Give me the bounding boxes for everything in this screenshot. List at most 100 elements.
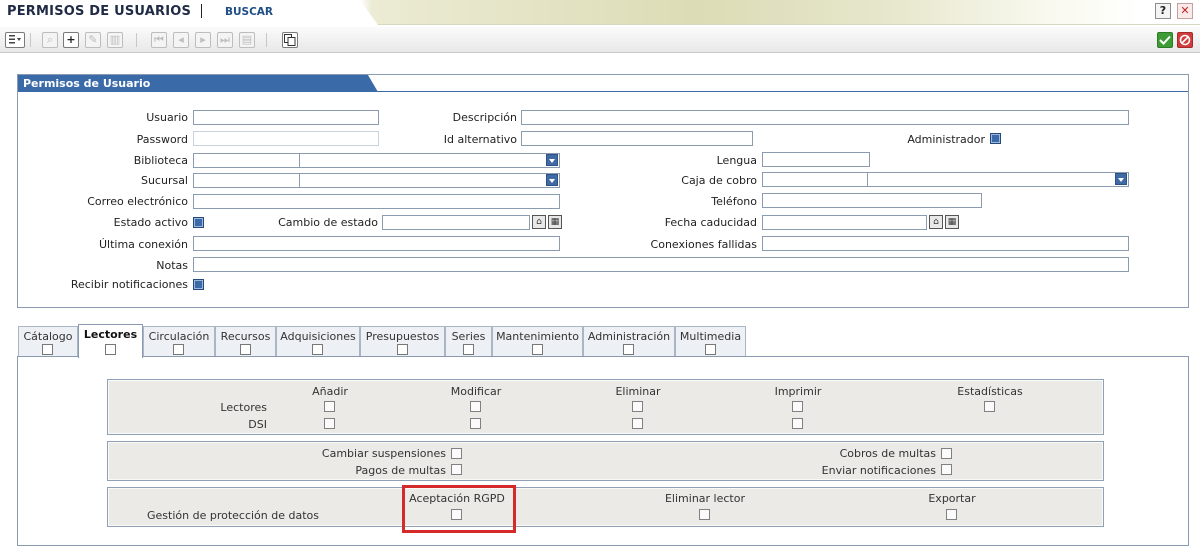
biblioteca-code-field[interactable]	[193, 153, 300, 168]
biblioteca-select[interactable]	[299, 153, 560, 168]
correo-label: Correo electrónico	[87, 195, 188, 208]
close-button[interactable]: ✕	[1177, 3, 1193, 19]
enviar-notificaciones-checkbox[interactable]	[941, 464, 952, 475]
lectores-estadisticas-checkbox[interactable]	[984, 401, 995, 412]
administrador-checkbox[interactable]	[990, 133, 1001, 144]
tab-mantenimiento[interactable]: Mantenimiento	[492, 326, 583, 356]
password-label: Password	[136, 133, 188, 146]
previous-record-icon[interactable]: ◂	[173, 32, 189, 48]
column-header-eliminar: Eliminar	[615, 385, 661, 398]
cambiar-suspensiones-checkbox[interactable]	[451, 448, 462, 459]
tab-catalogo[interactable]: Cátalogo	[18, 326, 78, 356]
copy-button[interactable]	[282, 32, 298, 48]
cancel-button[interactable]	[1177, 32, 1193, 48]
dsi-anadir-checkbox[interactable]	[324, 418, 335, 429]
eliminar-lector-checkbox[interactable]	[699, 509, 710, 520]
cobros-multas-checkbox[interactable]	[941, 448, 952, 459]
tab-presupuestos[interactable]: Presupuestos	[360, 326, 445, 356]
search-link[interactable]: BUSCAR	[225, 6, 273, 18]
dsi-modificar-checkbox[interactable]	[470, 418, 481, 429]
page-title: PERMISOS DE USUARIOS	[7, 4, 192, 19]
id-alternativo-field[interactable]	[521, 131, 753, 146]
clear-date-icon[interactable]: ⌂	[929, 215, 943, 229]
dsi-eliminar-checkbox[interactable]	[632, 418, 643, 429]
lectores-modificar-checkbox[interactable]	[470, 401, 481, 412]
dsi-imprimir-checkbox[interactable]	[792, 418, 803, 429]
tab-catalogo-checkbox[interactable]	[42, 344, 53, 355]
plus-icon: +	[66, 33, 76, 46]
lengua-field[interactable]	[762, 152, 870, 167]
sucursal-label: Sucursal	[140, 174, 188, 187]
cambio-estado-field[interactable]	[382, 215, 530, 230]
pagos-multas-checkbox[interactable]	[451, 464, 462, 475]
password-field[interactable]	[193, 131, 379, 146]
first-record-icon[interactable]: ⏮	[151, 32, 167, 48]
next-record-icon[interactable]: ▸	[195, 32, 211, 48]
caja-select[interactable]	[867, 172, 1129, 187]
column-header-anadir: Añadir	[312, 385, 348, 398]
usuario-field[interactable]	[193, 110, 379, 125]
cancel-icon	[1179, 34, 1191, 46]
tab-series[interactable]: Series	[445, 326, 492, 356]
clear-date-icon[interactable]: ⌂	[532, 215, 546, 229]
tab-lectores[interactable]: Lectores	[78, 324, 143, 358]
sucursal-dropdown-icon[interactable]	[546, 174, 558, 186]
sucursal-code-field[interactable]	[193, 173, 300, 188]
correo-field[interactable]	[193, 194, 560, 209]
telefono-field[interactable]	[762, 193, 982, 208]
sanctions-permissions-box	[107, 441, 1104, 481]
delete-icon[interactable]: ▥	[107, 32, 123, 48]
add-button[interactable]: +	[63, 32, 79, 48]
caja-code-field[interactable]	[762, 172, 868, 187]
telefono-label: Teléfono	[711, 195, 757, 208]
tab-circulacion[interactable]: Circulación	[143, 326, 215, 356]
cobros-multas-label: Cobros de multas	[839, 447, 936, 460]
estado-activo-label: Estado activo	[113, 216, 188, 229]
tab-multimedia[interactable]: Multimedia	[675, 326, 746, 356]
lectores-anadir-checkbox[interactable]	[324, 401, 335, 412]
panel-title: Permisos de Usuario	[23, 77, 151, 90]
recibir-notificaciones-checkbox[interactable]	[193, 279, 204, 290]
fecha-caducidad-field[interactable]	[762, 215, 927, 230]
help-button[interactable]: ?	[1155, 3, 1171, 19]
lengua-label: Lengua	[716, 154, 757, 167]
lectores-eliminar-checkbox[interactable]	[632, 401, 643, 412]
caja-dropdown-icon[interactable]	[1115, 173, 1127, 185]
usuario-label: Usuario	[146, 111, 188, 124]
accept-button[interactable]	[1157, 32, 1173, 48]
estado-activo-checkbox[interactable]	[193, 217, 204, 228]
check-icon	[1159, 35, 1171, 45]
print-icon[interactable]: ▤	[239, 32, 255, 48]
last-record-icon[interactable]: ⏭	[217, 32, 233, 48]
search-icon[interactable]: ⌕	[42, 32, 58, 48]
tab-adquisiciones[interactable]: Adquisiciones	[276, 326, 360, 356]
tab-multimedia-checkbox[interactable]	[704, 344, 716, 355]
recibir-notificaciones-label: Recibir notificaciones	[70, 278, 188, 291]
conexiones-fallidas-field[interactable]	[762, 236, 1129, 251]
calendar-icon[interactable]: ▦	[945, 215, 959, 229]
calendar-icon[interactable]: ▦	[548, 215, 562, 229]
tab-recursos[interactable]: Recursos	[215, 326, 276, 356]
sucursal-select[interactable]	[299, 173, 560, 188]
tab-recursos-checkbox[interactable]	[239, 344, 251, 355]
notas-field[interactable]	[193, 257, 1129, 272]
conexiones-fallidas-label: Conexiones fallidas	[650, 238, 757, 251]
tab-presupuestos-checkbox[interactable]	[396, 344, 408, 355]
tab-administracion-checkbox[interactable]	[623, 344, 634, 355]
tab-series-checkbox[interactable]	[462, 344, 474, 355]
lectores-imprimir-checkbox[interactable]	[792, 401, 803, 412]
tab-circulacion-checkbox[interactable]	[173, 344, 184, 355]
tab-lectores-checkbox[interactable]	[104, 344, 116, 355]
tab-adquisiciones-checkbox[interactable]	[312, 344, 323, 355]
eliminar-lector-label: Eliminar lector	[664, 492, 745, 505]
exportar-checkbox[interactable]	[946, 509, 957, 520]
tab-mantenimiento-checkbox[interactable]	[531, 344, 543, 355]
list-menu-button[interactable]	[5, 32, 25, 48]
ultima-conexion-field[interactable]	[193, 236, 560, 251]
fecha-caducidad-label: Fecha caducidad	[664, 216, 757, 229]
descripcion-field[interactable]	[521, 110, 1129, 125]
biblioteca-dropdown-icon[interactable]	[546, 154, 558, 166]
tab-administracion[interactable]: Administración	[583, 326, 675, 356]
edit-icon[interactable]: ✎	[85, 32, 101, 48]
ultima-conexion-label: Última conexión	[98, 238, 188, 251]
